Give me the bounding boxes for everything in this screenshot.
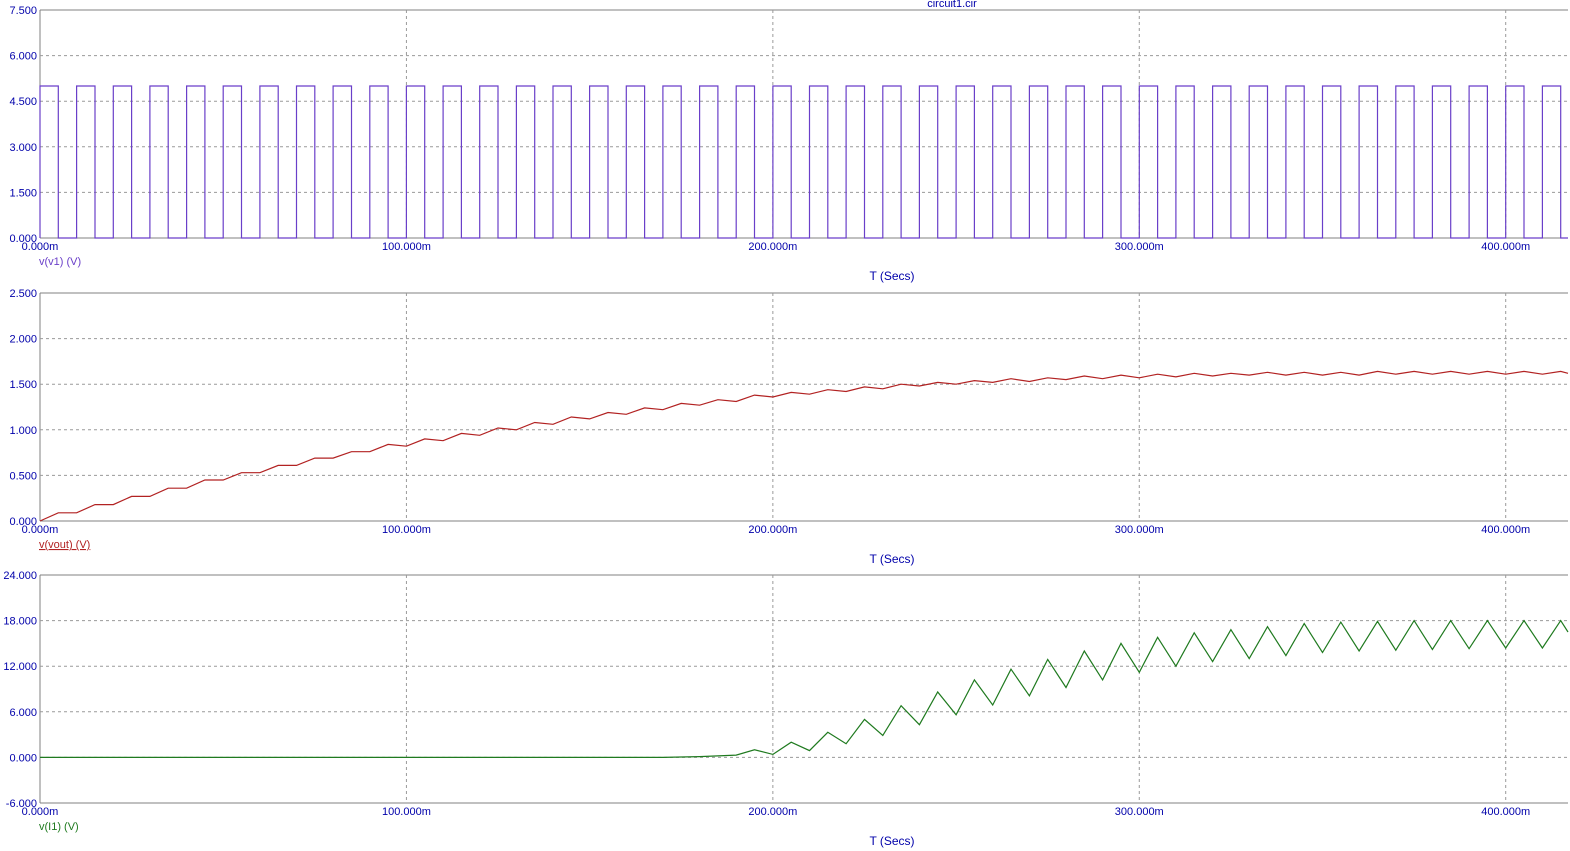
plot-panel-2: 0.0000.5001.0001.5002.0002.5000.000m 100.…	[9, 288, 1569, 566]
trace-line	[39, 370, 1569, 522]
y-tick-label: 6.000	[9, 707, 37, 719]
x-tick-label: 400.000m	[1481, 524, 1530, 536]
x-tick-label: 300.000m	[1115, 806, 1164, 818]
y-tick-label: 2.000	[9, 334, 37, 346]
x-axis-title: T (Secs)	[869, 834, 914, 848]
y-tick-label: 2.500	[9, 288, 37, 300]
y-tick-label: 1.500	[9, 187, 37, 199]
series-legend-label: v(I1) (V)	[39, 821, 79, 833]
x-tick-label: 100.000m	[382, 806, 431, 818]
y-tick-label: 3.000	[9, 142, 37, 154]
x-axis-title: T (Secs)	[869, 552, 914, 566]
y-tick-label: 24.000	[3, 570, 37, 582]
x-tick-label: 400.000m	[1481, 241, 1530, 253]
x-tick-label: 400.000m	[1481, 806, 1530, 818]
plot-panel-3: -6.0000.0006.00012.00018.00024.0000.000m…	[3, 570, 1569, 848]
y-tick-label: 12.000	[3, 661, 37, 673]
y-tick-label: 1.500	[9, 379, 37, 391]
x-tick-label: 200.000m	[748, 241, 797, 253]
x-tick-label: 100.000m	[382, 241, 431, 253]
y-tick-label: 7.500	[9, 5, 37, 17]
oscilloscope-plots: circuit1.cir 0.000 1.500 3.000 4.500 6.000 7.…	[3, 0, 1569, 848]
x-tick-label: 300.000m	[1115, 241, 1164, 253]
x-tick-label: 200.000m	[748, 524, 797, 536]
x-tick-label: 300.000m	[1115, 524, 1164, 536]
plot-panels: 0.000 1.500 3.000 4.500 6.000 7.500 0.000m 100.…	[3, 5, 1569, 848]
x-axis-title: T (Secs)	[869, 269, 914, 283]
y-tick-label: 0.000	[9, 752, 37, 764]
series-legend-label: v(vout) (V)	[39, 539, 90, 551]
y-tick-label: 4.500	[9, 96, 37, 108]
x-tick-label: 100.000m	[382, 524, 431, 536]
series-legend-label: v(v1) (V)	[39, 256, 81, 268]
y-tick-label: 0.500	[9, 470, 37, 482]
y-tick-label: 18.000	[3, 616, 37, 628]
x-tick-label: 0.000m	[22, 524, 59, 536]
x-tick-label: 0.000m	[22, 241, 59, 253]
plot-panel-1: 0.0001.5003.0004.5006.0007.5000.000m 100.…	[9, 5, 1568, 283]
x-tick-label: 200.000m	[748, 806, 797, 818]
trace-line	[40, 619, 1569, 758]
trace-line	[39, 85, 1568, 239]
x-tick-label: 0.000m	[22, 806, 59, 818]
y-tick-label: 6.000	[9, 51, 37, 63]
chart-title: circuit1.cir	[927, 0, 977, 10]
y-tick-label: 1.000	[9, 425, 37, 437]
